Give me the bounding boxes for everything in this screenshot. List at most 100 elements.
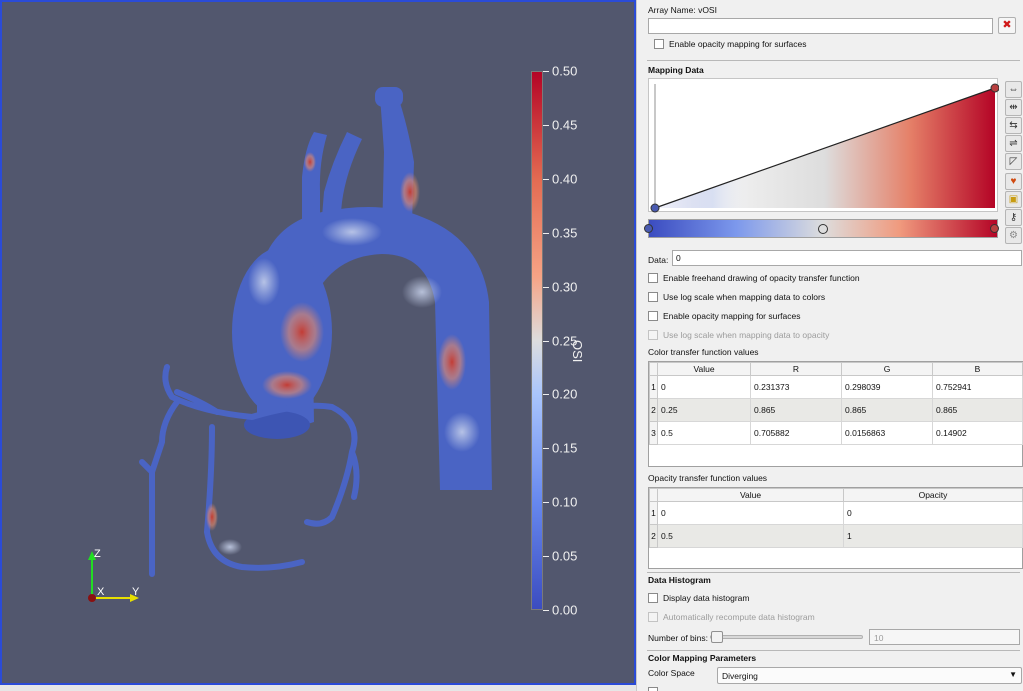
- table-row[interactable]: 1 0 0: [649, 501, 1023, 525]
- cell-r[interactable]: 0.231373: [750, 375, 842, 399]
- color-space-value: Diverging: [722, 671, 758, 681]
- col-header-g[interactable]: G: [841, 362, 933, 376]
- color-legend-title: OSI: [570, 340, 585, 363]
- display-histogram-checkbox[interactable]: [648, 593, 658, 603]
- col-header-r[interactable]: R: [750, 362, 842, 376]
- legend-tick: [543, 232, 549, 234]
- row-number: 2: [649, 524, 658, 548]
- table-row[interactable]: 2 0.25 0.865 0.865 0.865: [649, 398, 1023, 422]
- cell-g[interactable]: 0.865: [841, 398, 933, 422]
- cell-g[interactable]: 0.298039: [841, 375, 933, 399]
- table-corner: [649, 362, 658, 376]
- legend-tick-label: 0.00: [552, 602, 578, 618]
- opacity-surfaces-label: Enable opacity mapping for surfaces: [663, 311, 801, 321]
- render-view[interactable]: Z X Y 0.50 0.45 0.40 0.35 0.30 0.25 0.20 0.15 0.…: [0, 0, 636, 685]
- cell-b[interactable]: 0.752941: [932, 375, 1023, 399]
- option-auto-recompute: Automatically recompute data histogram: [648, 612, 815, 622]
- col-header-value[interactable]: Value: [657, 488, 844, 502]
- color-function-editor[interactable]: [644, 219, 999, 238]
- color-node-high[interactable]: [990, 224, 999, 233]
- opacity-function-plot: [650, 83, 1000, 213]
- col-header-b[interactable]: B: [932, 362, 1023, 376]
- cell-value[interactable]: 0: [657, 375, 751, 399]
- partial-checkbox[interactable]: [648, 687, 658, 691]
- mapping-data-title: Mapping Data: [648, 65, 704, 75]
- legend-tick: [543, 610, 549, 611]
- option-log-opacity: Use log scale when mapping data to opaci…: [648, 330, 829, 340]
- option-log-colors[interactable]: Use log scale when mapping data to color…: [648, 292, 825, 302]
- color-node-low[interactable]: [644, 224, 653, 233]
- rescale-temporal-icon[interactable]: ⇆: [1005, 117, 1022, 134]
- bins-label: Number of bins:: [648, 633, 708, 643]
- cell-value[interactable]: 0.5: [657, 524, 844, 548]
- table-row[interactable]: 2 0.5 1: [649, 524, 1023, 548]
- col-header-value[interactable]: Value: [657, 362, 751, 376]
- cell-value[interactable]: 0.5: [657, 421, 751, 445]
- save-preset-icon[interactable]: ⚷: [1005, 209, 1022, 226]
- array-search-field[interactable]: [648, 18, 993, 34]
- col-header-opacity[interactable]: Opacity: [843, 488, 1023, 502]
- cell-value[interactable]: 0.25: [657, 398, 751, 422]
- table-corner: [649, 488, 658, 502]
- top-opacity-label: Enable opacity mapping for surfaces: [669, 39, 807, 49]
- color-node-mid[interactable]: [818, 224, 828, 234]
- row-number: 2: [649, 398, 658, 422]
- bins-slider-handle[interactable]: [711, 631, 723, 643]
- cell-r[interactable]: 0.705882: [750, 421, 842, 445]
- clear-button[interactable]: ✖: [998, 17, 1016, 34]
- legend-tick: [543, 556, 549, 558]
- opacity-function-editor[interactable]: [648, 78, 1000, 213]
- log-opacity-checkbox: [648, 330, 658, 340]
- data-value-field[interactable]: 0: [672, 250, 1022, 266]
- legend-tick: [543, 394, 549, 396]
- table-row[interactable]: 3 0.5 0.705882 0.0156863 0.14902: [649, 421, 1023, 445]
- table-row[interactable]: 1 0 0.231373 0.298039 0.752941: [649, 375, 1023, 399]
- display-histogram-label: Display data histogram: [663, 593, 750, 603]
- row-number: 1: [649, 501, 658, 525]
- freehand-checkbox[interactable]: [648, 273, 658, 283]
- option-display-histogram[interactable]: Display data histogram: [648, 593, 749, 603]
- opacity-surfaces-checkbox[interactable]: [648, 311, 658, 321]
- rescale-range-icon[interactable]: ⇔: [1005, 81, 1022, 98]
- bins-slider-track[interactable]: [710, 631, 863, 643]
- color-legend-bar: [531, 71, 543, 610]
- data-label: Data:: [648, 255, 669, 265]
- legend-tick: [543, 448, 549, 450]
- cell-r[interactable]: 0.865: [750, 398, 842, 422]
- histogram-title: Data Histogram: [648, 575, 711, 585]
- color-space-select[interactable]: Diverging ▼: [717, 667, 1022, 684]
- freehand-label: Enable freehand drawing of opacity trans…: [663, 273, 860, 283]
- row-number: 3: [649, 421, 658, 445]
- color-tf-title: Color transfer function values: [648, 347, 759, 357]
- array-name-label: Array Name: vOSI: [648, 5, 717, 15]
- cell-value[interactable]: 0: [657, 501, 844, 525]
- color-tf-table[interactable]: Value R G B 1 0 0.231373 0.298039 0.7529…: [648, 361, 1023, 467]
- legend-tick: [543, 340, 549, 342]
- color-params-title: Color Mapping Parameters: [648, 653, 757, 663]
- option-freehand[interactable]: Enable freehand drawing of opacity trans…: [648, 273, 860, 283]
- cell-g[interactable]: 0.0156863: [841, 421, 933, 445]
- top-opacity-option[interactable]: Enable opacity mapping for surfaces: [654, 39, 807, 49]
- divider: [647, 650, 1020, 651]
- cell-opacity[interactable]: 0: [843, 501, 1023, 525]
- top-opacity-checkbox[interactable]: [654, 39, 664, 49]
- rescale-visible-icon[interactable]: ⇌: [1005, 135, 1022, 152]
- legend-tick-label: 0.05: [552, 548, 578, 564]
- presets-folder-icon[interactable]: ▣: [1005, 191, 1022, 208]
- option-opacity-surfaces[interactable]: Enable opacity mapping for surfaces: [648, 311, 801, 321]
- cell-b[interactable]: 0.14902: [932, 421, 1023, 445]
- auto-recompute-label: Automatically recompute data histogram: [663, 612, 815, 622]
- advanced-gear-icon[interactable]: ⚙: [1005, 227, 1022, 244]
- legend-tick: [543, 502, 549, 504]
- invert-icon[interactable]: ◸: [1005, 153, 1022, 170]
- cell-b[interactable]: 0.865: [932, 398, 1023, 422]
- legend-tick-label: 0.35: [552, 225, 578, 241]
- favorite-preset-icon[interactable]: ♥: [1005, 173, 1022, 190]
- opacity-tf-table[interactable]: Value Opacity 1 0 0 2 0.5 1: [648, 487, 1023, 569]
- rescale-custom-icon[interactable]: ⇹: [1005, 99, 1022, 116]
- cell-opacity[interactable]: 1: [843, 524, 1023, 548]
- divider: [647, 60, 1020, 61]
- log-colors-label: Use log scale when mapping data to color…: [663, 292, 826, 302]
- log-colors-checkbox[interactable]: [648, 292, 658, 302]
- panel-splitter[interactable]: [636, 0, 644, 691]
